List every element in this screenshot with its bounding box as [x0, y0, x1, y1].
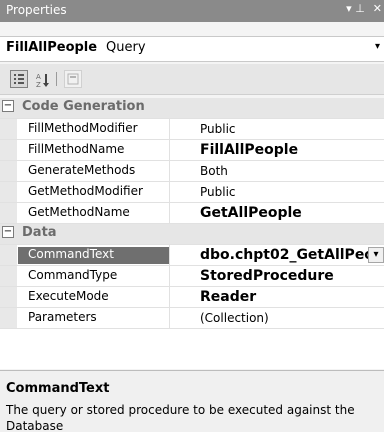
property-value[interactable]: Reader [170, 287, 384, 307]
property-row[interactable]: FillMethodModifier Public [0, 119, 384, 140]
property-row[interactable]: Parameters (Collection) [0, 308, 384, 329]
property-value[interactable]: Public [170, 182, 384, 202]
object-selector[interactable]: FillAllPeople Query ▾ [0, 36, 384, 62]
row-gutter [0, 182, 17, 202]
property-name: CommandType [28, 268, 118, 282]
property-name: GenerateMethods [28, 163, 136, 177]
property-name: CommandText [18, 247, 170, 264]
property-name: GetMethodModifier [28, 184, 143, 198]
object-name: FillAllPeople [6, 40, 98, 55]
property-row[interactable]: CommandType StoredProcedure [0, 266, 384, 287]
property-row-selected[interactable]: CommandText dbo.chpt02_GetAllPeo ▾ [0, 245, 384, 266]
property-value[interactable]: GetAllPeople [170, 203, 384, 223]
description-text: The query or stored procedure to be exec… [6, 403, 355, 433]
row-gutter [0, 308, 17, 328]
category-code-generation[interactable]: − Code Generation [0, 98, 384, 119]
title-bar: Properties ▾ ⊥ ✕ [0, 0, 384, 22]
property-row[interactable]: ExecuteMode Reader [0, 287, 384, 308]
properties-window: Properties ▾ ⊥ ✕ FillAllPeople Query ▾ A… [0, 0, 384, 433]
row-gutter [0, 203, 17, 223]
description-pane: CommandText The query or stored procedur… [0, 370, 384, 433]
property-value[interactable]: FillAllPeople [170, 140, 384, 160]
property-row[interactable]: GetMethodName GetAllPeople [0, 203, 384, 224]
property-row[interactable]: GetMethodModifier Public [0, 182, 384, 203]
row-gutter [0, 161, 17, 181]
property-value[interactable]: (Collection) [170, 308, 384, 328]
row-gutter [0, 119, 17, 139]
property-name: ExecuteMode [28, 289, 109, 303]
description-title: CommandText [6, 381, 110, 396]
property-value[interactable]: dbo.chpt02_GetAllPeo [170, 245, 384, 265]
toolbar-separator [56, 72, 57, 86]
category-label: Code Generation [22, 99, 145, 114]
svg-text:A: A [36, 73, 41, 81]
property-grid: − Code Generation FillMethodModifier Pub… [0, 98, 384, 369]
chevron-down-icon[interactable]: ▾ [368, 247, 384, 263]
category-data[interactable]: − Data [0, 224, 384, 245]
collapse-icon[interactable]: − [2, 226, 14, 238]
row-gutter [0, 140, 17, 160]
property-row[interactable]: GenerateMethods Both [0, 161, 384, 182]
row-gutter [0, 266, 17, 286]
pin-icon[interactable]: ▾ ⊥ [346, 2, 365, 15]
property-name: GetMethodName [28, 205, 130, 219]
property-value[interactable]: Public [170, 119, 384, 139]
property-row[interactable]: FillMethodName FillAllPeople [0, 140, 384, 161]
alphabetical-icon[interactable]: A Z [34, 70, 52, 89]
property-name: FillMethodModifier [28, 121, 138, 135]
property-value[interactable]: Both [170, 161, 384, 181]
property-name: FillMethodName [28, 142, 125, 156]
row-gutter [0, 245, 17, 265]
window-controls: ▾ ⊥ ✕ [346, 2, 382, 15]
window-title: Properties [6, 3, 67, 17]
collapse-icon[interactable]: − [2, 100, 14, 112]
property-pages-icon[interactable] [64, 70, 82, 88]
chevron-down-icon[interactable]: ▾ [375, 41, 380, 52]
property-value[interactable]: StoredProcedure [170, 266, 384, 286]
svg-text:Z: Z [36, 81, 41, 89]
property-name: Parameters [28, 310, 97, 324]
row-gutter [0, 287, 17, 307]
close-icon[interactable]: ✕ [373, 2, 382, 15]
properties-toolbar: A Z [0, 64, 384, 95]
category-label: Data [22, 225, 57, 240]
categorized-icon[interactable] [10, 70, 28, 88]
object-type: Query [106, 40, 146, 55]
